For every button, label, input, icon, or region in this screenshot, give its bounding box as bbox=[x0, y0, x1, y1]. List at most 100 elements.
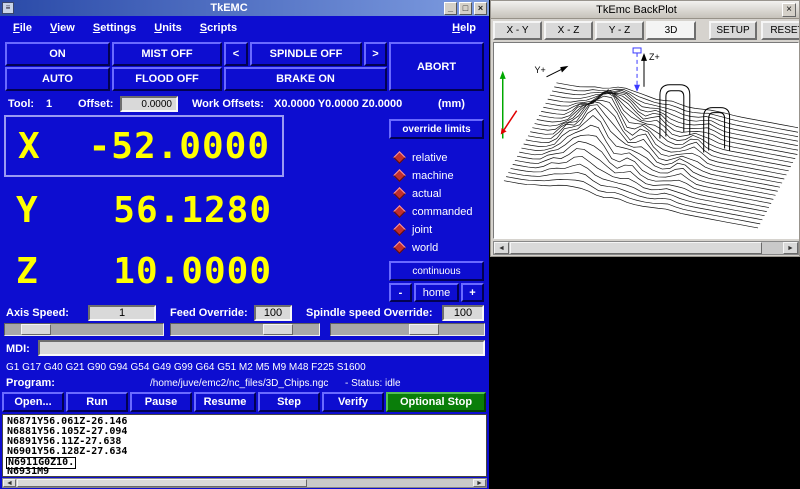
dro-axis-z: Z 10.0000 bbox=[4, 243, 284, 299]
axis-arrows bbox=[500, 53, 647, 139]
tab-xz[interactable]: X - Z bbox=[544, 21, 593, 40]
program-scrollbar-thumb[interactable] bbox=[17, 479, 307, 487]
home-button[interactable]: home bbox=[414, 283, 459, 302]
scroll-left-icon[interactable]: ◄ bbox=[494, 242, 509, 254]
menu-scripts[interactable]: Scripts bbox=[191, 19, 246, 37]
radio-diamond-icon bbox=[393, 151, 406, 164]
axis-speed-slider[interactable] bbox=[4, 323, 164, 336]
program-listing[interactable]: N6871Y56.061Z-26.146 N6881Y56.105Z-27.09… bbox=[2, 414, 487, 477]
radio-diamond-icon bbox=[393, 205, 406, 218]
dro-y-value: 56.1280 bbox=[66, 190, 284, 231]
program-path: /home/juve/emc2/nc_files/3D_Chips.ngc bbox=[150, 378, 328, 389]
menu-settings[interactable]: Settings bbox=[84, 19, 145, 37]
radio-machine-label: machine bbox=[412, 170, 454, 182]
backplot-close-icon[interactable]: × bbox=[782, 3, 796, 17]
optional-stop-button[interactable]: Optional Stop bbox=[386, 392, 486, 412]
radio-actual[interactable]: actual bbox=[395, 186, 441, 201]
menu-file[interactable]: File bbox=[4, 19, 41, 37]
active-gcodes: G1 G17 G40 G21 G90 G94 G54 G49 G99 G64 G… bbox=[6, 362, 366, 373]
flood-button[interactable]: FLOOD OFF bbox=[112, 67, 222, 91]
tab-yz[interactable]: Y - Z bbox=[595, 21, 644, 40]
tool-position-marker bbox=[633, 48, 641, 92]
dro-axis-y: Y 56.1280 bbox=[4, 183, 284, 237]
spindle-override-slider[interactable] bbox=[330, 323, 485, 336]
work-offsets-value: X0.0000 Y0.0000 Z0.0000 bbox=[274, 98, 402, 110]
menu-units[interactable]: Units bbox=[145, 19, 191, 37]
program-line: N6911G0Z10. bbox=[6, 457, 483, 467]
radio-machine[interactable]: machine bbox=[395, 168, 454, 183]
radio-joint-label: joint bbox=[412, 224, 432, 236]
radio-diamond-icon bbox=[393, 241, 406, 254]
backplot-scrollbar-thumb[interactable] bbox=[510, 242, 762, 254]
menu-help[interactable]: Help bbox=[443, 19, 485, 37]
scroll-right-icon[interactable]: ► bbox=[473, 479, 486, 487]
tab-3d[interactable]: 3D bbox=[646, 21, 696, 40]
feed-override-label: Feed Override: bbox=[170, 307, 248, 319]
tkemc-window-title: TkEMC bbox=[14, 2, 444, 14]
close-icon[interactable]: × bbox=[474, 2, 487, 15]
pause-button[interactable]: Pause bbox=[130, 392, 192, 412]
jog-minus-button[interactable]: - bbox=[389, 283, 412, 302]
feed-override-slider[interactable] bbox=[170, 323, 320, 336]
brake-button[interactable]: BRAKE ON bbox=[224, 67, 387, 91]
program-scrollbar[interactable]: ◄ ► bbox=[2, 478, 487, 488]
radio-world-label: world bbox=[412, 242, 438, 254]
scroll-right-icon[interactable]: ► bbox=[783, 242, 798, 254]
dro-x-value: -52.0000 bbox=[68, 126, 282, 167]
dro-z-label: Z bbox=[4, 251, 66, 292]
work-offsets-label: Work Offsets: bbox=[192, 98, 264, 110]
jog-plus-button[interactable]: + bbox=[461, 283, 484, 302]
resume-button[interactable]: Resume bbox=[194, 392, 256, 412]
mist-button[interactable]: MIST OFF bbox=[112, 42, 222, 66]
program-status: - Status: idle bbox=[345, 378, 401, 389]
run-button[interactable]: Run bbox=[66, 392, 128, 412]
scroll-left-icon[interactable]: ◄ bbox=[3, 479, 16, 487]
radio-joint[interactable]: joint bbox=[395, 222, 432, 237]
abort-button[interactable]: ABORT bbox=[389, 42, 484, 91]
minimize-icon[interactable]: _ bbox=[444, 2, 457, 15]
axis-speed-slider-handle[interactable] bbox=[21, 324, 51, 335]
verify-button[interactable]: Verify bbox=[322, 392, 384, 412]
dro-z-value: 10.0000 bbox=[66, 251, 284, 292]
backplot-titlebar[interactable]: TkEmc BackPlot × bbox=[491, 1, 799, 19]
dro-x-label: X bbox=[6, 126, 68, 167]
backplot-canvas[interactable]: Y+ Z+ bbox=[493, 42, 799, 239]
step-button[interactable]: Step bbox=[258, 392, 320, 412]
radio-diamond-icon bbox=[393, 187, 406, 200]
tool-offset-entry[interactable]: 0.0000 bbox=[120, 96, 178, 112]
y-axis-label: Y+ bbox=[535, 65, 546, 75]
tab-reset[interactable]: RESET bbox=[761, 21, 800, 40]
radio-relative-label: relative bbox=[412, 152, 447, 164]
open-button[interactable]: Open... bbox=[2, 392, 64, 412]
axis-speed-value: 1 bbox=[88, 305, 156, 321]
dro-axis-x: X -52.0000 bbox=[4, 115, 284, 177]
menu-view[interactable]: View bbox=[41, 19, 84, 37]
override-limits-button[interactable]: override limits bbox=[389, 119, 484, 139]
maximize-icon[interactable]: □ bbox=[459, 2, 472, 15]
mdi-label: MDI: bbox=[6, 343, 30, 355]
feed-override-value: 100 bbox=[254, 305, 292, 321]
window-menu-icon[interactable]: ≡ bbox=[2, 2, 14, 14]
radio-actual-label: actual bbox=[412, 188, 441, 200]
spindle-button[interactable]: SPINDLE OFF bbox=[250, 42, 362, 66]
mdi-input[interactable] bbox=[38, 340, 485, 356]
z-axis-label: Z+ bbox=[649, 52, 660, 62]
tab-xy[interactable]: X - Y bbox=[493, 21, 542, 40]
radio-diamond-icon bbox=[393, 169, 406, 182]
tab-setup[interactable]: SETUP bbox=[709, 21, 757, 40]
radio-commanded[interactable]: commanded bbox=[395, 204, 473, 219]
tool-label: Tool: bbox=[8, 98, 34, 110]
jog-mode-button[interactable]: continuous bbox=[389, 261, 484, 281]
machine-on-button[interactable]: ON bbox=[5, 42, 110, 66]
mode-auto-button[interactable]: AUTO bbox=[5, 67, 110, 91]
backplot-scrollbar[interactable]: ◄ ► bbox=[493, 241, 799, 255]
tkemc-window: ≡ TkEMC _ □ × File View Settings Units S… bbox=[0, 0, 489, 489]
radio-relative[interactable]: relative bbox=[395, 150, 447, 165]
feed-override-slider-handle[interactable] bbox=[263, 324, 293, 335]
spindle-decrease-button[interactable]: < bbox=[224, 42, 248, 66]
radio-world[interactable]: world bbox=[395, 240, 438, 255]
spindle-override-slider-handle[interactable] bbox=[409, 324, 439, 335]
spindle-increase-button[interactable]: > bbox=[364, 42, 387, 66]
tool-value: 1 bbox=[46, 98, 52, 110]
tkemc-titlebar[interactable]: ≡ TkEMC _ □ × bbox=[0, 0, 489, 16]
